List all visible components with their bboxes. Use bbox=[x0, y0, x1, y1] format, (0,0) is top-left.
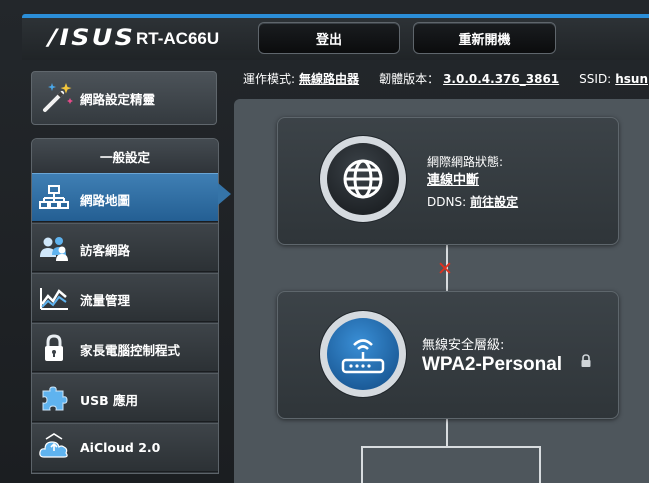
ssid-label: SSID: bbox=[579, 72, 612, 86]
active-item-pointer bbox=[218, 183, 231, 205]
wireless-security-label: 無線安全層級: bbox=[422, 338, 505, 353]
sidebar-item-label: 網路地圖 bbox=[80, 193, 131, 208]
sidebar-menu: 一般設定 網路地圖 訪客網路 流量管理 家長電腦控制程式 USB 應用 AiCl… bbox=[31, 138, 219, 474]
wireless-router-card[interactable]: 無線安全層級: WPA2-Personal bbox=[277, 291, 619, 419]
router-button[interactable] bbox=[320, 311, 406, 397]
internet-status-label: 網際網路狀態: bbox=[427, 155, 504, 169]
client-branch-right bbox=[539, 446, 541, 483]
sidebar-item-label: 訪客網路 bbox=[80, 243, 131, 258]
connector-line-bottom bbox=[446, 419, 448, 447]
wireless-security-value: WPA2-Personal bbox=[422, 354, 563, 375]
internet-status-card[interactable]: 網際網路狀態: 連線中斷 DDNS: 前往設定 bbox=[277, 117, 619, 245]
client-branch-left bbox=[361, 446, 363, 483]
guest-network-icon bbox=[40, 237, 68, 261]
reboot-button[interactable]: 重新開機 bbox=[413, 22, 556, 54]
logout-button[interactable]: 登出 bbox=[258, 22, 400, 54]
aicloud-icon bbox=[39, 433, 68, 458]
client-branch-line bbox=[361, 446, 541, 448]
ddns-label: DDNS: bbox=[427, 195, 467, 209]
sidebar-item-traffic-manager[interactable]: 流量管理 bbox=[32, 273, 218, 322]
operation-mode-link[interactable]: 無線路由器 bbox=[299, 72, 359, 86]
sidebar-item-label: AiCloud 2.0 bbox=[80, 440, 161, 455]
sidebar-item-parental-control[interactable]: 家長電腦控制程式 bbox=[32, 323, 218, 372]
magic-wand-icon bbox=[43, 83, 73, 112]
internet-globe-button[interactable] bbox=[320, 136, 406, 222]
router-admin-page: /ISUS RT-AC66U 登出 重新開機 運作模式: 無線路由器 韌體版本： 3.… bbox=[0, 0, 649, 483]
wizard-label: 網路設定精靈 bbox=[80, 92, 156, 107]
traffic-manager-icon bbox=[40, 288, 68, 310]
firmware-label: 韌體版本： bbox=[379, 72, 440, 86]
top-bar: /ISUS RT-AC66U 登出 重新開機 bbox=[22, 18, 649, 60]
model-name: RT-AC66U bbox=[136, 29, 220, 48]
router-icon bbox=[341, 339, 385, 374]
sidebar-item-label: 家長電腦控制程式 bbox=[80, 343, 181, 358]
usb-puzzle-icon bbox=[42, 386, 68, 411]
ddns-setup-link[interactable]: 前往設定 bbox=[470, 195, 518, 209]
status-line: 運作模式: 無線路由器 韌體版本： 3.0.0.4.376_3861 SSID: hsun bbox=[243, 70, 649, 88]
sidebar-item-network-map[interactable]: 網路地圖 bbox=[32, 173, 218, 222]
sidebar-item-usb-application[interactable]: USB 應用 bbox=[32, 373, 218, 422]
disconnected-x-icon: ✕ bbox=[437, 258, 453, 280]
internet-status-link[interactable]: 連線中斷 bbox=[427, 169, 479, 188]
general-settings-header: 一般設定 bbox=[32, 139, 218, 174]
network-setup-wizard-button[interactable]: 網路設定精靈 bbox=[31, 71, 217, 125]
lock-icon bbox=[581, 354, 591, 367]
ddns-row: DDNS: 前往設定 bbox=[427, 193, 518, 210]
firmware-version-link[interactable]: 3.0.0.4.376_3861 bbox=[443, 72, 559, 86]
asus-logo: /ISUS bbox=[48, 26, 136, 51]
brand-logo: /ISUS RT-AC66U bbox=[48, 28, 219, 50]
sidebar-item-aicloud[interactable]: AiCloud 2.0 bbox=[32, 423, 218, 472]
sidebar-item-label: 流量管理 bbox=[80, 293, 131, 308]
sidebar-item-label: USB 應用 bbox=[80, 393, 139, 408]
parental-control-lock-icon bbox=[45, 334, 63, 361]
ssid-link[interactable]: hsun bbox=[615, 72, 648, 86]
sidebar-item-guest-network[interactable]: 訪客網路 bbox=[32, 223, 218, 272]
network-map-icon bbox=[39, 185, 69, 209]
operation-mode-label: 運作模式: bbox=[243, 72, 296, 86]
globe-icon bbox=[343, 159, 383, 199]
